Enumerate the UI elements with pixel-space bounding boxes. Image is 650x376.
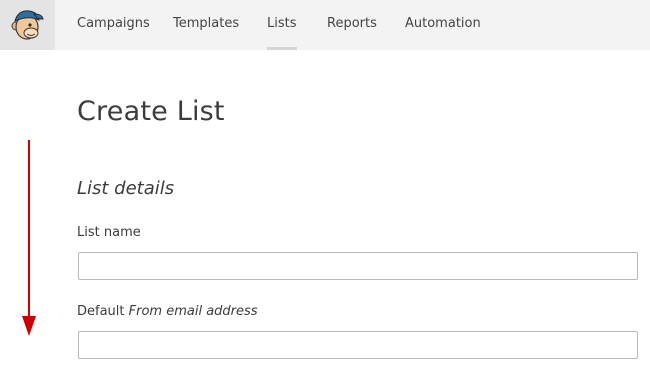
create-list-page: Campaigns Templates Lists Reports Automa… xyxy=(0,0,650,376)
from-email-label: Default From email address xyxy=(77,304,258,319)
from-email-input[interactable] xyxy=(78,331,638,359)
list-name-label: List name xyxy=(77,225,141,240)
list-name-input[interactable] xyxy=(78,252,638,280)
from-email-label-prefix: Default xyxy=(77,304,129,319)
from-email-label-emphasis: From email address xyxy=(128,304,258,319)
top-navigation-bar: Campaigns Templates Lists Reports Automa… xyxy=(0,0,650,50)
nav-campaigns[interactable]: Campaigns xyxy=(77,0,150,50)
nav-automation[interactable]: Automation xyxy=(405,0,481,50)
page-title: Create List xyxy=(77,96,225,127)
logo-home-link[interactable] xyxy=(0,0,55,50)
nav-reports[interactable]: Reports xyxy=(327,0,377,50)
nav-lists[interactable]: Lists xyxy=(267,0,297,50)
section-heading-list-details: List details xyxy=(77,178,175,199)
mailchimp-logo-icon xyxy=(11,10,44,40)
scroll-down-arrow-icon xyxy=(22,140,36,336)
nav-templates[interactable]: Templates xyxy=(173,0,239,50)
